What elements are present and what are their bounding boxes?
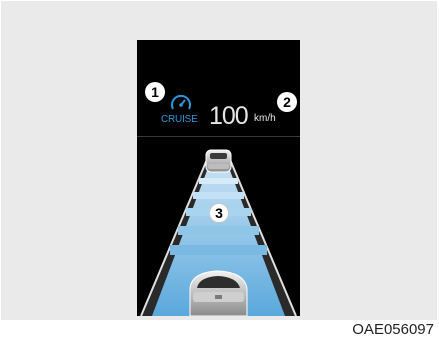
distance-bar xyxy=(193,192,244,199)
distance-bar xyxy=(170,245,267,255)
cruise-label: CRUISE xyxy=(161,114,198,125)
callout-marker-2: 2 xyxy=(277,92,297,112)
figure-code: OAE056097 xyxy=(352,321,434,338)
distance-bar xyxy=(178,226,259,235)
cruise-speedometer-icon xyxy=(171,94,191,110)
car-front-icon xyxy=(205,149,232,173)
car-rear-icon xyxy=(189,270,248,316)
header-divider xyxy=(137,136,300,137)
callout-marker-3: 3 xyxy=(209,203,229,223)
speed-unit: km/h xyxy=(254,113,276,124)
cluster-display: CRUISE 100 km/h 1 2 3 xyxy=(137,40,300,316)
set-speed-value: 100 xyxy=(209,102,249,130)
distance-bar xyxy=(199,178,238,184)
callout-marker-1: 1 xyxy=(145,82,165,102)
cluster-graphics xyxy=(137,94,300,316)
